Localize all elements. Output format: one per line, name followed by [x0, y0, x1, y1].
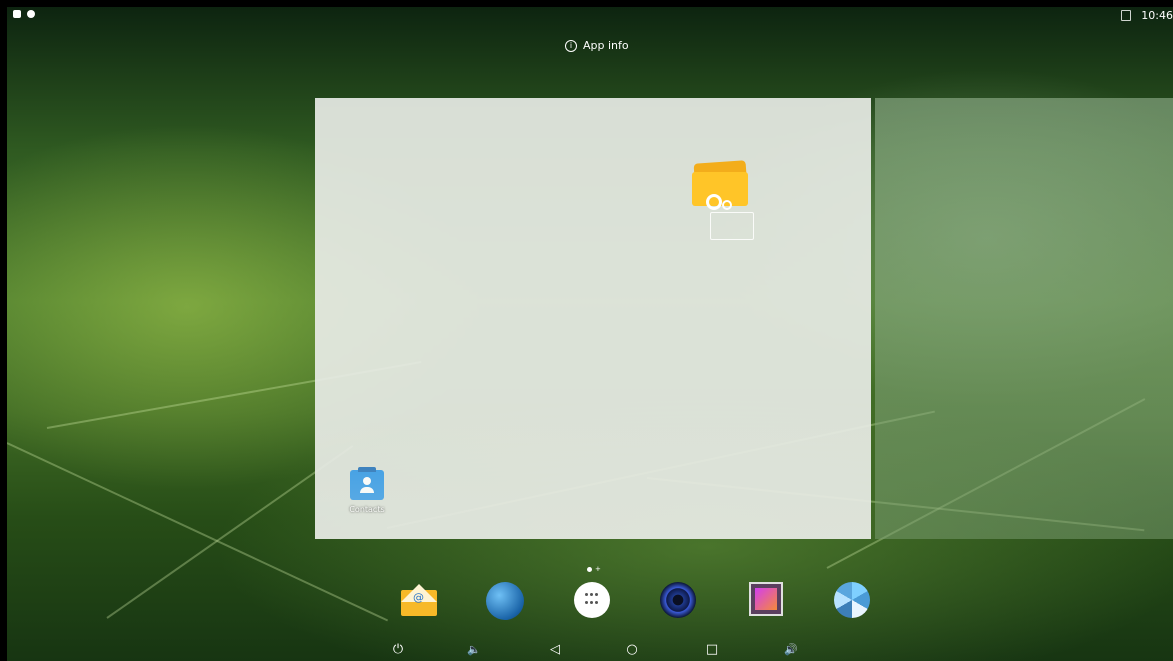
- workspace-page-next[interactable]: [875, 98, 1173, 539]
- add-page-indicator: +: [595, 565, 601, 573]
- volume-down-icon[interactable]: 🔈: [462, 641, 486, 659]
- navigation-bar: ⏻ 🔈 ◁ ○ □ 🔊: [0, 640, 1173, 661]
- workspace-page-current[interactable]: Contacts: [315, 98, 871, 539]
- contacts-icon: [350, 467, 384, 500]
- gallery-icon[interactable]: [749, 582, 787, 620]
- dock: @: [0, 582, 1173, 622]
- music-speaker-icon[interactable]: [660, 582, 698, 620]
- app-info-label: App info: [583, 39, 629, 52]
- drop-outline: [710, 212, 754, 240]
- power-icon[interactable]: ⏻: [386, 641, 410, 659]
- camera-aperture-icon[interactable]: [834, 582, 872, 620]
- volume-up-icon[interactable]: 🔊: [779, 641, 803, 659]
- all-apps-button[interactable]: [574, 582, 612, 620]
- page-indicator: +: [587, 566, 601, 573]
- page-indicator-current: [587, 567, 592, 572]
- status-bar: 10:46: [7, 7, 1173, 25]
- clock: 10:46: [1141, 9, 1173, 22]
- notification-icon: [13, 10, 21, 18]
- no-sim-icon: [1121, 10, 1132, 21]
- settings-folder-icon[interactable]: [692, 158, 754, 240]
- recents-icon[interactable]: □: [700, 641, 724, 659]
- home-icon[interactable]: ○: [620, 641, 644, 659]
- back-icon[interactable]: ◁: [543, 641, 567, 659]
- email-app-icon[interactable]: @: [400, 582, 438, 620]
- android-debug-icon: [27, 10, 35, 18]
- contacts-shortcut[interactable]: Contacts: [342, 467, 392, 514]
- info-icon: i: [565, 39, 577, 52]
- app-info-drop-target[interactable]: i App info: [565, 39, 629, 52]
- browser-globe-icon[interactable]: [486, 582, 524, 620]
- gear-icon: [706, 194, 722, 210]
- contacts-label: Contacts: [349, 505, 385, 514]
- gear-icon: [722, 200, 732, 210]
